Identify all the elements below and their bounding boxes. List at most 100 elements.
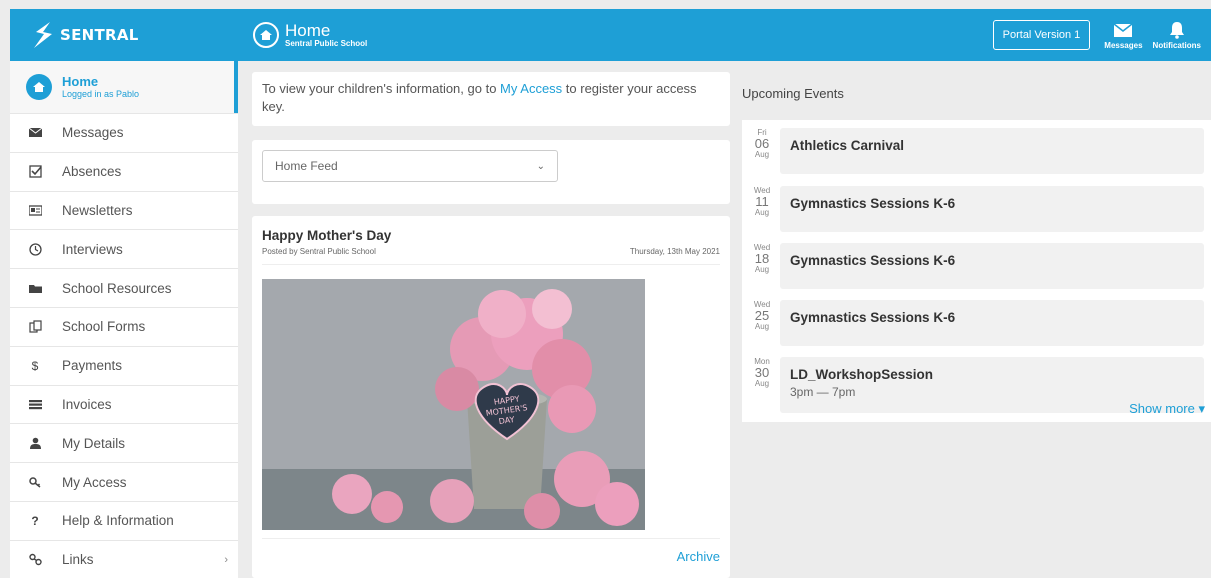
page-title: Home: [285, 20, 331, 40]
event-day: 18: [754, 251, 770, 266]
page-subtitle: Sentral Public School: [285, 38, 368, 48]
event-card[interactable]: Gymnastics Sessions K-6: [780, 186, 1204, 232]
sidebar-item-my-access[interactable]: My Access: [10, 462, 238, 501]
event-item[interactable]: Wed 11 Aug Gymnastics Sessions K-6: [742, 186, 1211, 234]
my-access-link[interactable]: My Access: [500, 81, 562, 96]
post-author: Posted by Sentral Public School: [262, 247, 376, 256]
envelope-icon: [28, 126, 42, 140]
upcoming-events-title: Upcoming Events: [742, 86, 844, 101]
event-item[interactable]: Fri 06 Aug Athletics Carnival: [742, 128, 1211, 176]
sidebar-item-label: Help & Information: [62, 513, 174, 529]
feed-select[interactable]: Home Feed ⌄: [262, 150, 558, 182]
sidebar-item-home[interactable]: Home Logged in as Pablo: [10, 61, 238, 113]
user-icon: [28, 436, 42, 450]
link-icon: [28, 553, 42, 567]
portal-version-button[interactable]: Portal Version 1: [992, 20, 1091, 50]
event-day: 30: [754, 365, 770, 380]
event-month: Aug: [754, 265, 770, 274]
event-date: Mon 30 Aug: [750, 357, 774, 388]
envelope-icon: [1113, 22, 1133, 37]
sidebar-item-help[interactable]: ? Help & Information: [10, 500, 238, 540]
event-name: Athletics Carnival: [790, 138, 905, 153]
clock-icon: [28, 242, 42, 256]
sidebar-item-label: Links: [62, 552, 94, 568]
home-icon: [253, 22, 279, 48]
feed-select-value: Home Feed: [275, 159, 338, 173]
event-month: Aug: [754, 379, 770, 388]
page-header: Home Sentral Public School: [253, 22, 367, 49]
event-day: 11: [755, 194, 769, 209]
chevron-right-icon: ›: [224, 553, 228, 566]
event-date: Wed 25 Aug: [750, 300, 774, 331]
archive-link[interactable]: Archive: [677, 549, 720, 564]
checkbox-icon: [28, 165, 42, 179]
event-time: 3pm — 7pm: [790, 385, 856, 399]
chevron-down-icon: ⌄: [536, 160, 545, 172]
event-item[interactable]: Wed 25 Aug Gymnastics Sessions K-6: [742, 300, 1211, 348]
top-bar: SENTRAL Home Sentral Public School Porta…: [10, 9, 1211, 61]
sidebar-item-my-details[interactable]: My Details: [10, 423, 238, 462]
sidebar-item-label: My Access: [62, 474, 127, 490]
access-notice-text: To view your children's information, go …: [262, 81, 501, 96]
sidebar: Home Logged in as Pablo Messages Absence…: [10, 61, 238, 578]
event-item[interactable]: Wed 18 Aug Gymnastics Sessions K-6: [742, 243, 1211, 291]
post-title[interactable]: Happy Mother's Day: [262, 228, 720, 243]
sidebar-item-absences[interactable]: Absences: [10, 151, 238, 191]
feed-post: Happy Mother's Day Posted by Sentral Pub…: [252, 216, 730, 578]
event-date: Wed 18 Aug: [750, 243, 774, 274]
sidebar-item-messages[interactable]: Messages: [10, 113, 238, 152]
notifications-label: Notifications: [1152, 40, 1201, 50]
event-name: LD_WorkshopSession: [790, 367, 934, 382]
sidebar-item-label: Invoices: [62, 396, 112, 412]
event-day: 06: [754, 136, 770, 151]
messages-label: Messages: [1104, 40, 1143, 50]
event-name: Gymnastics Sessions K-6: [790, 196, 956, 211]
list-icon: [28, 397, 42, 411]
sidebar-item-newsletters[interactable]: Newsletters: [10, 190, 238, 230]
post-image[interactable]: HAPPY MOTHER'S DAY: [262, 279, 645, 530]
notifications-button[interactable]: Notifications: [1153, 21, 1201, 50]
question-icon: ?: [31, 513, 39, 528]
sentral-logo-icon: [34, 22, 52, 48]
brand-name: SENTRAL: [60, 26, 139, 44]
event-card[interactable]: Gymnastics Sessions K-6: [780, 300, 1204, 346]
sidebar-item-payments[interactable]: $ Payments: [10, 345, 238, 385]
dollar-icon: $: [31, 358, 39, 373]
event-month: Aug: [754, 150, 770, 159]
forms-icon: [28, 320, 42, 334]
sidebar-item-label: Interviews: [62, 241, 123, 257]
mothers-day-flowers-image: HAPPY MOTHER'S DAY: [262, 279, 645, 530]
sidebar-item-label: Newsletters: [62, 202, 133, 218]
event-date: Fri 06 Aug: [750, 128, 774, 159]
newspaper-icon: [28, 203, 42, 217]
event-month: Aug: [754, 322, 770, 331]
brand-logo[interactable]: SENTRAL: [10, 9, 238, 61]
home-icon: [26, 74, 52, 100]
sidebar-item-school-forms[interactable]: School Forms: [10, 306, 238, 346]
key-icon: [28, 475, 42, 489]
show-more-events-link[interactable]: Show more ▾: [1129, 401, 1205, 417]
event-date: Wed 11 Aug: [750, 186, 774, 217]
sidebar-item-invoices[interactable]: Invoices: [10, 384, 238, 424]
sidebar-item-label: School Resources: [62, 280, 172, 296]
access-notice: To view your children's information, go …: [252, 72, 730, 126]
event-day: 25: [754, 308, 770, 323]
bell-icon: [1169, 21, 1184, 39]
sidebar-home-subtitle: Logged in as Pablo: [62, 88, 140, 99]
sidebar-item-school-resources[interactable]: School Resources: [10, 268, 238, 307]
post-meta: Posted by Sentral Public School Thursday…: [262, 247, 720, 265]
post-date: Thursday, 13th May 2021: [629, 247, 720, 256]
event-card[interactable]: Gymnastics Sessions K-6: [780, 243, 1204, 289]
sidebar-home-title: Home: [62, 73, 99, 89]
event-month: Aug: [754, 208, 770, 217]
sidebar-item-label: My Details: [62, 435, 126, 451]
event-card[interactable]: Athletics Carnival: [780, 128, 1204, 174]
sidebar-item-links[interactable]: Links ›: [10, 539, 238, 578]
sidebar-item-label: School Forms: [62, 319, 146, 335]
messages-button[interactable]: Messages: [1104, 21, 1143, 50]
event-name: Gymnastics Sessions K-6: [790, 253, 956, 268]
sidebar-item-label: Messages: [62, 125, 124, 141]
event-name: Gymnastics Sessions K-6: [790, 310, 956, 325]
sidebar-item-label: Payments: [62, 358, 123, 374]
sidebar-item-interviews[interactable]: Interviews: [10, 229, 238, 268]
